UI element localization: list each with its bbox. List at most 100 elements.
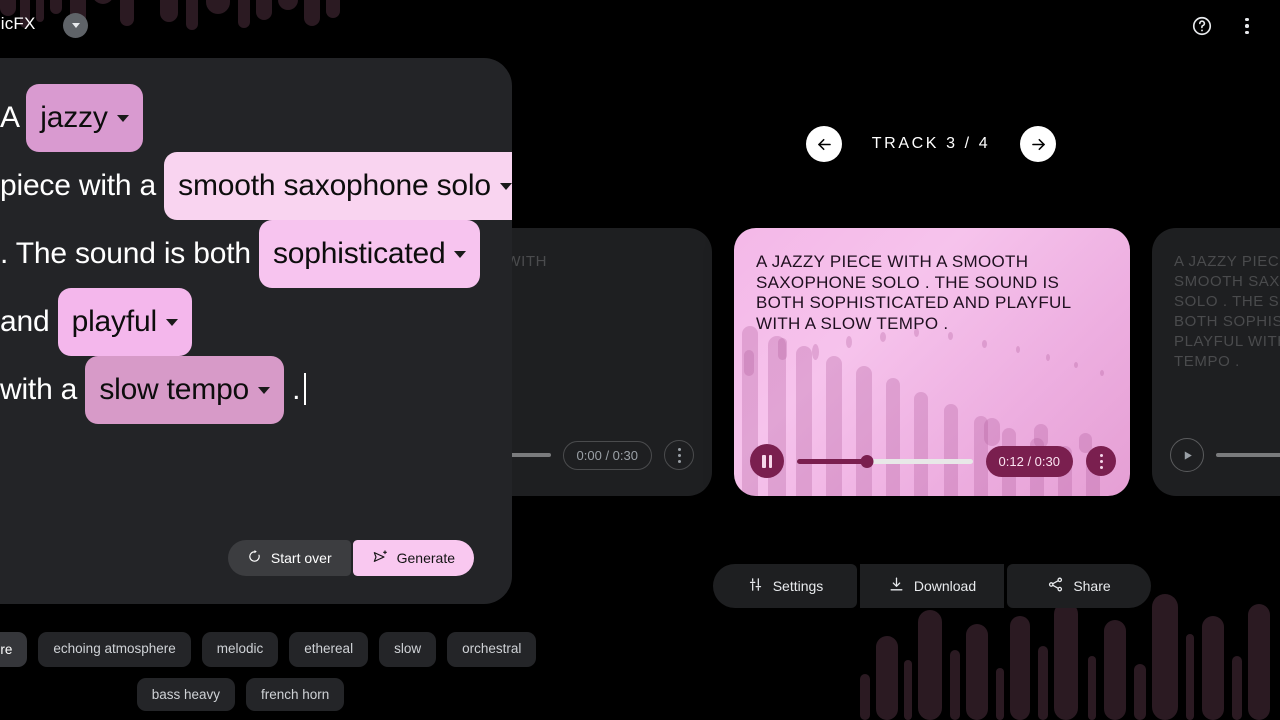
- suggestion-chip[interactable]: echoing atmosphere: [38, 632, 191, 667]
- suggestion-chip[interactable]: ethereal: [289, 632, 369, 667]
- download-icon: [888, 576, 905, 596]
- prompt-panel-actions: Start over Generate: [227, 540, 474, 576]
- more-vertical-icon[interactable]: [664, 440, 694, 470]
- track-card-active[interactable]: A JAZZY PIECE WITH A SMOOTH SAXOPHONE SO…: [734, 228, 1130, 496]
- app-root: MusicFX TRACK 3 / 4: [0, 0, 1280, 720]
- waveform-bar: [1202, 616, 1224, 720]
- chevron-down-icon[interactable]: [258, 386, 271, 394]
- player-controls: 0:12 / 0:30: [750, 443, 1116, 479]
- waveform-dot: [778, 338, 787, 360]
- suggestion-chip[interactable]: bass heavy: [136, 678, 235, 711]
- brand-dropdown-button[interactable]: [63, 13, 88, 38]
- waveform-dot: [744, 350, 754, 376]
- track-action-bar: Settings Download Share: [713, 564, 1151, 608]
- chevron-down-icon[interactable]: [499, 182, 512, 190]
- waveform-bar: [1054, 602, 1078, 720]
- prompt-chip[interactable]: smooth saxophone solo: [164, 152, 512, 220]
- waveform-bar: [1134, 664, 1146, 720]
- waveform-dot: [1016, 346, 1020, 353]
- waveform-bar: [1038, 646, 1048, 720]
- suggestion-chips: More echoing atmosphere melodic ethereal sl…: [0, 632, 537, 720]
- track-counter-label: TRACK 3 / 4: [871, 135, 991, 152]
- waveform-bar: [1088, 656, 1096, 720]
- generate-label: Generate: [396, 550, 455, 566]
- more-label: More: [0, 642, 13, 657]
- restart-icon: [247, 549, 262, 567]
- waveform-dot: [984, 418, 1000, 446]
- prompt-editor-panel[interactable]: A jazzy piece with a smooth saxophone so…: [0, 58, 512, 604]
- waveform-bar: [876, 636, 898, 720]
- waveform-bar: [1010, 616, 1030, 720]
- share-label: Share: [1073, 578, 1111, 594]
- settings-button[interactable]: Settings: [713, 564, 857, 608]
- waveform-bar: [904, 660, 912, 720]
- prompt-static-text: and: [0, 305, 58, 338]
- download-label: Download: [913, 578, 977, 594]
- prompt-chip-label: playful: [71, 305, 158, 338]
- prompt-chip[interactable]: slow tempo: [85, 356, 285, 424]
- suggestion-chip[interactable]: orchestral: [447, 632, 537, 667]
- play-icon[interactable]: [1170, 438, 1204, 472]
- send-sparkle-icon: [372, 549, 388, 568]
- waveform-dot: [1074, 362, 1078, 368]
- chevron-down-icon[interactable]: [116, 114, 129, 122]
- track-card-next[interactable]: A JAZZY PIECE WITH A SMOOTH SAXOPHONE SO…: [1152, 228, 1280, 496]
- prompt-static-text: A: [0, 101, 27, 134]
- prompt-chip-label: smooth saxophone solo: [178, 169, 491, 202]
- pause-button[interactable]: [750, 444, 784, 478]
- more-vertical-icon[interactable]: [1234, 13, 1260, 39]
- download-button[interactable]: Download: [860, 564, 1004, 608]
- waveform-bar: [996, 668, 1004, 720]
- track-navigation-header: TRACK 3 / 4: [806, 126, 1056, 162]
- previous-track-button[interactable]: [806, 126, 842, 162]
- waveform-dot: [1100, 370, 1104, 376]
- prompt-chip[interactable]: playful: [57, 288, 192, 356]
- time-label: 0:12 / 0:30: [985, 445, 1073, 477]
- time-label: 0:00 / 0:30: [562, 440, 652, 470]
- chevron-down-icon: [71, 23, 80, 28]
- suggestion-chip[interactable]: french horn: [246, 678, 345, 711]
- waveform-bar: [918, 610, 942, 720]
- suggestion-chip[interactable]: melodic: [201, 632, 279, 667]
- prompt-chip-label: sophisticated: [272, 237, 446, 270]
- help-circle-icon[interactable]: [1189, 13, 1215, 39]
- next-track-button[interactable]: [1020, 126, 1056, 162]
- waveform-bar: [1186, 634, 1194, 720]
- prompt-static-text: with a: [0, 373, 86, 406]
- waveform-dot: [846, 336, 852, 348]
- suggestion-chip[interactable]: slow: [379, 632, 437, 667]
- chevron-down-icon[interactable]: [454, 250, 467, 258]
- waveform-bar: [860, 674, 870, 720]
- waveform-bar: [1248, 604, 1270, 720]
- waveform-bar: [966, 624, 988, 720]
- start-over-button[interactable]: Start over: [227, 540, 351, 576]
- prompt-text-editor[interactable]: A jazzy piece with a smooth saxophone so…: [0, 84, 512, 424]
- waveform-dot: [812, 344, 819, 360]
- waveform-bar: [1232, 656, 1242, 720]
- tune-icon: [747, 576, 764, 596]
- share-icon: [1047, 576, 1064, 596]
- prompt-static-text: piece with a: [0, 169, 165, 202]
- chevron-down-icon[interactable]: [165, 318, 178, 326]
- waveform-dot: [1046, 354, 1050, 361]
- waveform-bar: [950, 650, 960, 720]
- generate-button[interactable]: Generate: [352, 540, 474, 576]
- waveform-bar: [1152, 594, 1178, 720]
- settings-label: Settings: [772, 578, 824, 594]
- share-button[interactable]: Share: [1007, 564, 1151, 608]
- progress-slider[interactable]: [797, 453, 973, 469]
- progress-fill: [797, 458, 868, 464]
- prompt-chip[interactable]: sophisticated: [258, 220, 481, 288]
- progress-knob[interactable]: [860, 454, 874, 468]
- prompt-chip-label: jazzy: [40, 101, 108, 134]
- progress-bar[interactable]: [1216, 453, 1280, 457]
- prompt-chip[interactable]: jazzy: [26, 84, 143, 152]
- prompt-static-text: .: [284, 373, 301, 406]
- track-card-next-controls: [1152, 438, 1280, 472]
- app-brand-title: MusicFX: [0, 14, 36, 33]
- suggestion-row-1: More echoing atmosphere melodic ethereal sl…: [0, 632, 537, 667]
- more-vertical-icon[interactable]: [1086, 446, 1116, 476]
- prompt-chip-label: slow tempo: [99, 373, 250, 406]
- waveform-dot: [982, 340, 987, 348]
- more-suggestions-button[interactable]: More: [0, 632, 28, 667]
